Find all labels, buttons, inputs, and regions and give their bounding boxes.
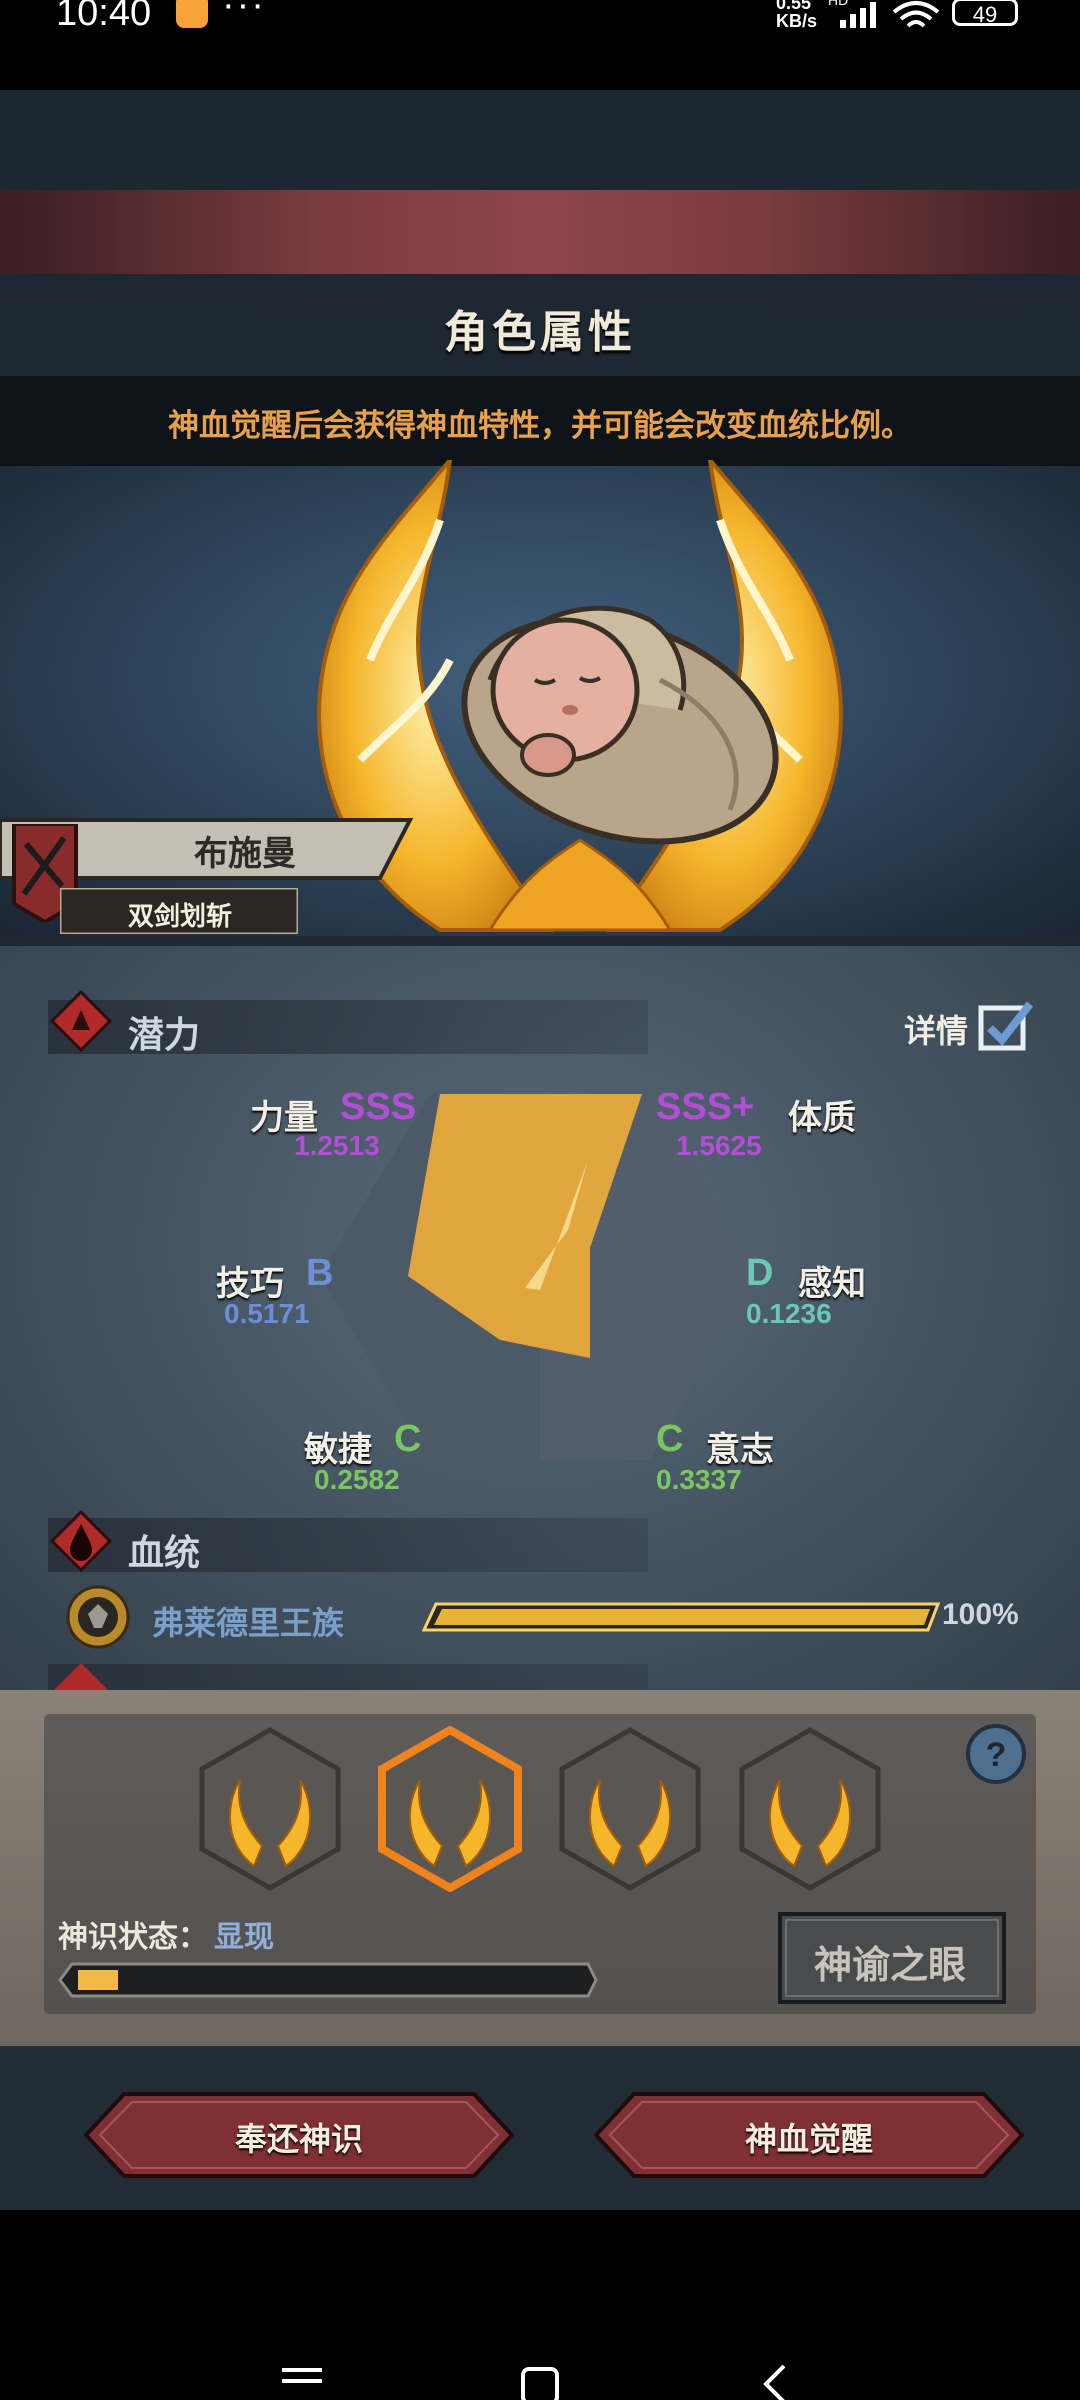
divine-state-label: 神识状态： xyxy=(58,1921,208,1954)
stat-value-perception: 0.1236 xyxy=(746,1298,832,1329)
stat-grade-skill: B xyxy=(306,1252,334,1294)
help-icon[interactable]: ? xyxy=(964,1722,1028,1786)
page-title: 角色属性 xyxy=(444,308,636,357)
traits-section-band xyxy=(48,1664,648,1692)
traits-section-icon xyxy=(52,1663,110,1692)
bloodline-name: 弗莱德里王族 xyxy=(152,1605,345,1641)
return-divine-sense-label: 奉还神识 xyxy=(234,2121,363,2157)
detail-checkbox[interactable] xyxy=(978,1000,1034,1052)
stat-value-willpower: 0.3337 xyxy=(656,1464,742,1495)
stat-grade-agility: C xyxy=(394,1418,422,1460)
subtitle-text: 神血觉醒后会获得神血特性，并可能会改变血统比例。 xyxy=(168,408,912,443)
menu-nav-icon[interactable] xyxy=(282,2366,322,2396)
bloodline-percent: 100% xyxy=(942,1598,1019,1631)
bloodline-progress-fill xyxy=(434,1609,930,1625)
home-nav-icon[interactable] xyxy=(520,2366,560,2400)
back-nav-icon[interactable] xyxy=(760,2364,790,2400)
royal-crest-icon xyxy=(66,1585,130,1649)
signal-icon xyxy=(840,2,876,28)
clock: 10:40 xyxy=(56,0,152,34)
wifi-icon xyxy=(892,1,940,28)
stat-value-agility: 0.2582 xyxy=(314,1464,400,1495)
detail-label: 详情 xyxy=(904,1013,969,1049)
system-nav-bar xyxy=(0,2330,1080,2400)
stat-grade-constitution: SSS+ xyxy=(656,1086,755,1128)
divine-progress-fill xyxy=(78,1970,118,1990)
stat-value-constitution: 1.5625 xyxy=(676,1130,762,1161)
notification-app-icon xyxy=(176,0,208,28)
oracle-eye-label: 神谕之眼 xyxy=(813,1945,966,1987)
skill-name: 双剑划斩 xyxy=(127,901,232,931)
network-speed: 0.55 KB/s xyxy=(776,0,817,30)
title-banner xyxy=(0,190,1080,274)
blood-drop-icon xyxy=(50,1510,112,1572)
potential-section-icon xyxy=(50,990,112,1052)
more-notifications-icon: ··· xyxy=(222,0,266,26)
network-speed-unit: KB/s xyxy=(776,11,818,31)
divine-slot-1[interactable] xyxy=(196,1726,344,1892)
bloodline-progress-bar xyxy=(422,1602,941,1632)
svg-text:?: ? xyxy=(986,1736,1007,1774)
divine-slot-3[interactable] xyxy=(556,1726,704,1892)
stat-grade-perception: D xyxy=(746,1252,774,1294)
divine-blood-awaken-label: 神血觉醒 xyxy=(744,2121,873,2157)
swaddled-baby-portrait xyxy=(461,605,779,845)
character-name: 布施曼 xyxy=(194,835,296,873)
stat-grade-willpower: C xyxy=(656,1418,684,1460)
potential-section-label: 潜力 xyxy=(128,1014,201,1055)
stat-value-skill: 0.5171 xyxy=(224,1298,310,1329)
status-bar: 10:40 ··· 0.55 KB/s HD 49 xyxy=(0,0,1080,40)
divine-state-value: 显现 xyxy=(214,1921,274,1954)
bloodline-section-label: 血统 xyxy=(128,1532,201,1573)
divine-slot-2[interactable] xyxy=(376,1726,524,1892)
battery-icon: 49 xyxy=(952,0,1018,27)
divine-slot-4[interactable] xyxy=(736,1726,884,1892)
stat-value-strength: 1.2513 xyxy=(294,1130,380,1161)
stat-grade-strength: SSS xyxy=(340,1086,417,1128)
divine-progress-bar xyxy=(58,1962,598,1998)
stat-name-constitution: 体质 xyxy=(788,1099,856,1137)
